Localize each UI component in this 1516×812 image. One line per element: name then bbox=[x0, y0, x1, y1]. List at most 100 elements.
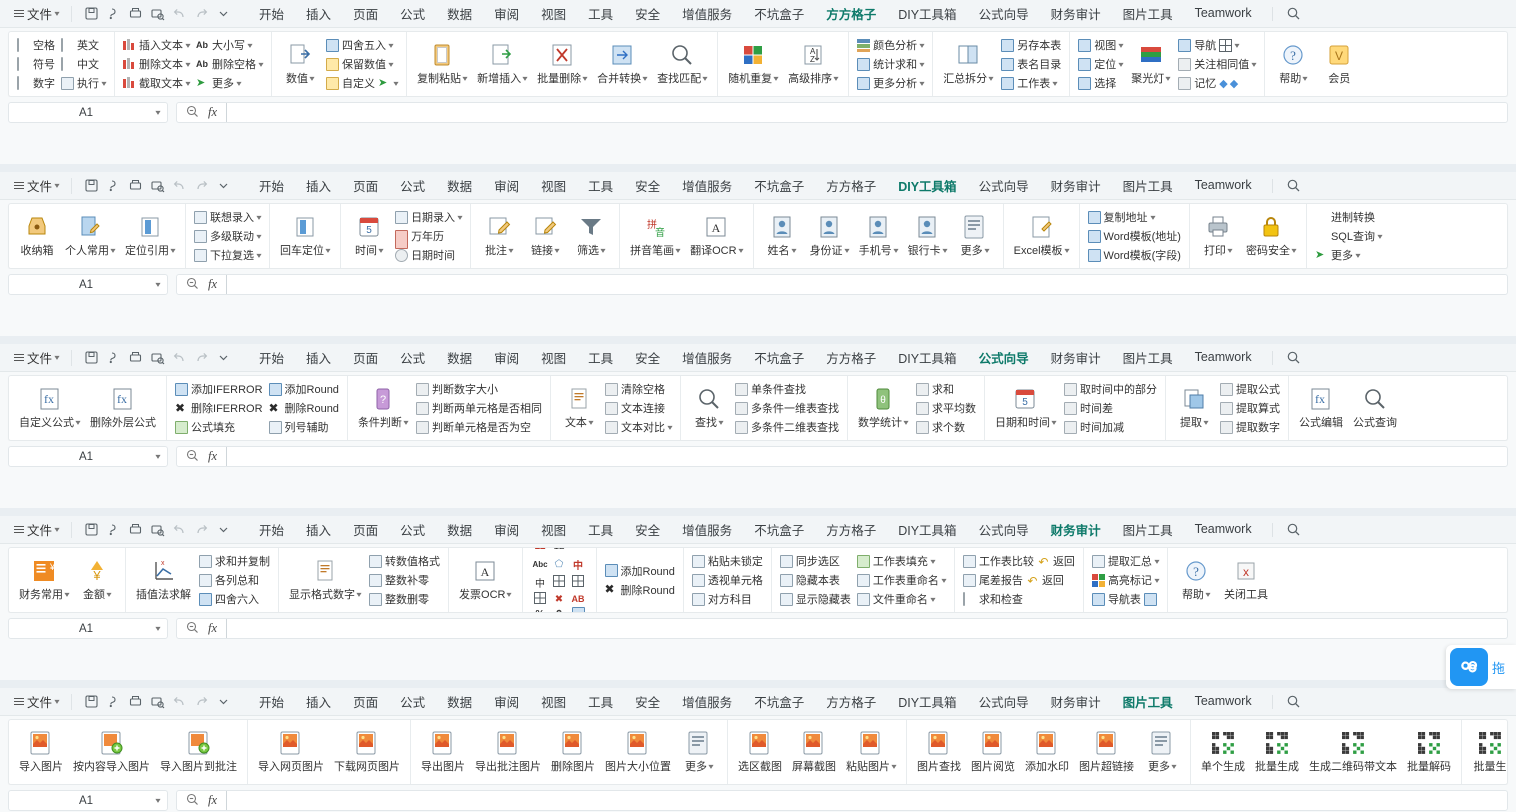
search-save-icon[interactable] bbox=[102, 348, 124, 368]
ribbon-menu-item[interactable]: 添加Round bbox=[269, 380, 339, 399]
tab-16[interactable]: Teamwork bbox=[1184, 518, 1263, 541]
search-save-icon[interactable] bbox=[102, 4, 124, 24]
ribbon-button-发票OCR[interactable]: A发票OCR▾ bbox=[454, 548, 516, 612]
ribbon-menu-item[interactable]: 文件重命名▾ bbox=[857, 590, 946, 609]
ribbon-button-按内容导入图片[interactable]: 按内容导入图片 bbox=[68, 720, 155, 784]
ribbon-button-批量生[interactable]: 批量生 bbox=[1467, 720, 1508, 784]
ribbon-button-条件判断[interactable]: ?条件判断▾ bbox=[353, 376, 413, 440]
tab-5[interactable]: 审阅 bbox=[483, 516, 530, 544]
tab-16[interactable]: Teamwork bbox=[1184, 174, 1263, 197]
ribbon-button-随机重复[interactable]: 随机重复▾ bbox=[723, 32, 783, 96]
ribbon-menu-item[interactable]: 工作表比较↶返回 bbox=[963, 552, 1075, 571]
redo-icon[interactable] bbox=[190, 692, 212, 712]
ribbon-button-导出批注图片[interactable]: 导出批注图片 bbox=[470, 720, 546, 784]
ribbon-menu-item[interactable]: ✖删除Round bbox=[605, 580, 675, 599]
tab-15[interactable]: 图片工具 bbox=[1112, 172, 1184, 200]
tab-9[interactable]: 增值服务 bbox=[671, 172, 743, 200]
ribbon-button-批量生成[interactable]: 批量生成 bbox=[1250, 720, 1304, 784]
ribbon-menu-item[interactable]: 中文 bbox=[61, 55, 106, 74]
file-menu-button[interactable]: 文件▾ bbox=[10, 690, 63, 713]
chevron-down-icon[interactable]: ▾ bbox=[155, 452, 160, 461]
tab-8[interactable]: 安全 bbox=[624, 688, 671, 716]
tab-6[interactable]: 视图 bbox=[530, 0, 577, 28]
tab-13[interactable]: 公式向导 bbox=[968, 688, 1040, 716]
ribbon-button-更多[interactable]: 更多▾ bbox=[676, 720, 722, 784]
formula-input[interactable]: fx bbox=[176, 618, 1508, 639]
tab-6[interactable]: 视图 bbox=[530, 344, 577, 372]
tab-1[interactable]: 插入 bbox=[295, 0, 342, 28]
12-icon[interactable]: 12 bbox=[553, 547, 564, 552]
tab-11[interactable]: 方方格子 bbox=[815, 0, 887, 28]
tab-3[interactable]: 公式 bbox=[389, 344, 436, 372]
ribbon-menu-item[interactable]: 时间加减 bbox=[1064, 418, 1157, 437]
ribbon-menu-item[interactable]: 求平均数 bbox=[916, 399, 976, 418]
tab-1[interactable]: 插入 bbox=[295, 516, 342, 544]
search-icon[interactable] bbox=[1282, 348, 1306, 368]
12-red-icon[interactable]: 12 bbox=[534, 547, 545, 552]
tab-4[interactable]: 数据 bbox=[436, 516, 483, 544]
ribbon-menu-item[interactable]: 提取汇总▾ bbox=[1092, 552, 1159, 571]
ribbon-menu-item[interactable]: 求和 bbox=[916, 380, 976, 399]
ribbon-menu-item[interactable]: 提取算式 bbox=[1220, 399, 1280, 418]
customize-qat-icon[interactable] bbox=[212, 348, 234, 368]
tab-11[interactable]: 方方格子 bbox=[815, 688, 887, 716]
tab-12[interactable]: DIY工具箱 bbox=[887, 516, 967, 544]
tab-8[interactable]: 安全 bbox=[624, 172, 671, 200]
undo-icon[interactable] bbox=[168, 348, 190, 368]
ribbon-menu-item[interactable]: 整数删零 bbox=[369, 590, 440, 609]
ribbon-menu-item[interactable]: 表名目录 bbox=[1001, 55, 1061, 74]
ribbon-menu-item[interactable]: 工作表填充▾ bbox=[857, 552, 946, 571]
redo-icon[interactable] bbox=[190, 520, 212, 540]
ribbon-button-汇总拆分[interactable]: 汇总拆分▾ bbox=[938, 32, 998, 96]
tab-7[interactable]: 工具 bbox=[577, 172, 624, 200]
print-preview-icon[interactable] bbox=[146, 4, 168, 24]
ribbon-button-会员[interactable]: V会员 bbox=[1316, 32, 1362, 96]
tab-13[interactable]: 公式向导 bbox=[968, 172, 1040, 200]
wps-cloud-icon[interactable] bbox=[1450, 648, 1488, 686]
ribbon-menu-item[interactable]: 自定义➤▾ bbox=[326, 74, 398, 93]
ribbon-button-翻译OCR[interactable]: A翻译OCR▾ bbox=[685, 204, 747, 268]
tab-2[interactable]: 页面 bbox=[342, 688, 389, 716]
ribbon-button-自定义公式[interactable]: fx自定义公式▾ bbox=[14, 376, 85, 440]
ribbon-menu-item[interactable]: 判断数字大小 bbox=[416, 380, 542, 399]
print-icon[interactable] bbox=[124, 4, 146, 24]
ribbon-button-更多[interactable]: 更多▾ bbox=[1139, 720, 1185, 784]
ribbon-menu-item[interactable]: 记忆◆◆ bbox=[1178, 74, 1256, 93]
tab-16[interactable]: Teamwork bbox=[1184, 690, 1263, 713]
tab-14[interactable]: 财务审计 bbox=[1040, 688, 1112, 716]
tab-8[interactable]: 安全 bbox=[624, 0, 671, 28]
ribbon-button-财务常用[interactable]: ¥财务常用▾ bbox=[14, 548, 74, 612]
tab-5[interactable]: 审阅 bbox=[483, 0, 530, 28]
print-icon[interactable] bbox=[124, 348, 146, 368]
ribbon-menu-item[interactable]: 导航表 bbox=[1092, 590, 1159, 609]
tab-2[interactable]: 页面 bbox=[342, 516, 389, 544]
ribbon-menu-item[interactable]: 英文 bbox=[61, 36, 106, 55]
ribbon-menu-item[interactable]: 添加Round bbox=[605, 561, 675, 580]
tab-3[interactable]: 公式 bbox=[389, 172, 436, 200]
tab-11[interactable]: 方方格子 bbox=[815, 516, 887, 544]
print-icon[interactable] bbox=[124, 176, 146, 196]
ribbon-button-拼音笔画[interactable]: 拼音拼音笔画▾ bbox=[625, 204, 685, 268]
tab-12[interactable]: DIY工具箱 bbox=[887, 172, 967, 200]
ribbon-button-插值法求解[interactable]: x插值法求解 bbox=[131, 548, 196, 612]
ribbon-button-密码安全[interactable]: 密码安全▾ bbox=[1241, 204, 1301, 268]
ribbon-button-下载网页图片[interactable]: 下载网页图片 bbox=[329, 720, 405, 784]
ribbon-button-导入图片到批注[interactable]: 导入图片到批注 bbox=[155, 720, 242, 784]
ribbon-menu-item[interactable]: 文本连接 bbox=[605, 399, 672, 418]
ribbon-button-批量删除[interactable]: 批量删除▾ bbox=[532, 32, 592, 96]
tab-3[interactable]: 公式 bbox=[389, 0, 436, 28]
tab-6[interactable]: 视图 bbox=[530, 516, 577, 544]
ribbon-button-聚光灯[interactable]: 聚光灯▾ bbox=[1126, 32, 1175, 96]
file-menu-button[interactable]: 文件▾ bbox=[10, 518, 63, 541]
ribbon-button-生成二维码带文本[interactable]: 生成二维码带文本 bbox=[1304, 720, 1402, 784]
ribbon-menu-item[interactable]: 符号 bbox=[17, 55, 55, 74]
tab-14[interactable]: 财务审计 bbox=[1040, 172, 1112, 200]
ribbon-button-日期和时间[interactable]: 5日期和时间▾ bbox=[990, 376, 1061, 440]
tab-1[interactable]: 插入 bbox=[295, 688, 342, 716]
tab-6[interactable]: 视图 bbox=[530, 688, 577, 716]
customize-qat-icon[interactable] bbox=[212, 520, 234, 540]
ribbon-button-回车定位[interactable]: 回车定位▾ bbox=[275, 204, 335, 268]
floating-widget[interactable]: 拖 bbox=[1446, 645, 1516, 689]
ribbon-button-帮助[interactable]: ?帮助▾ bbox=[1270, 32, 1316, 96]
tab-4[interactable]: 数据 bbox=[436, 344, 483, 372]
